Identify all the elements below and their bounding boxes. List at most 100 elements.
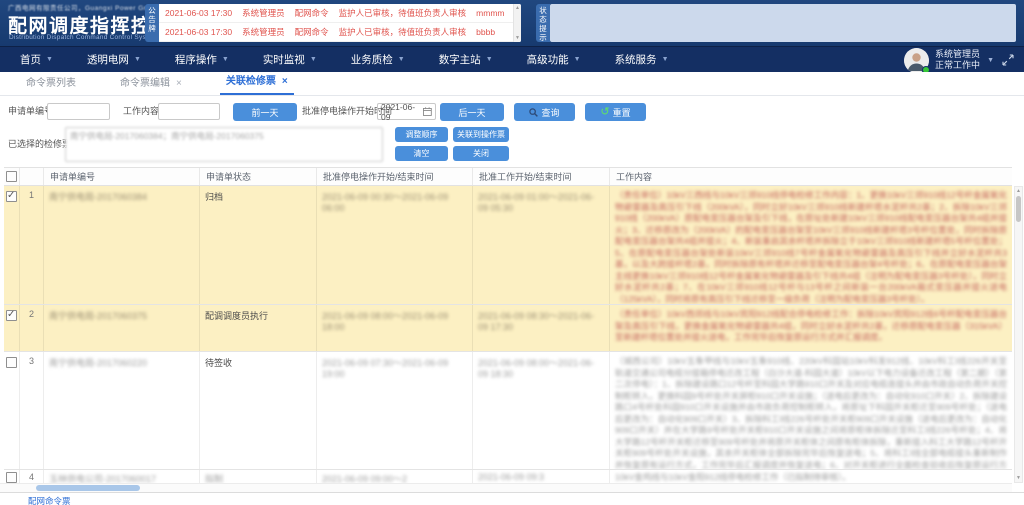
fullscreen-icon[interactable] <box>1002 54 1014 66</box>
work-time: 2021-06-09 09:3 <box>478 472 544 482</box>
bulletin-scrollbar[interactable]: ▲▼ <box>513 4 521 42</box>
table-header-row: 申请单编号 申请单状态 批准停电操作开始/结束时间 批准工作开始/结束时间 工作… <box>4 167 1012 186</box>
rownum-header <box>20 168 44 185</box>
chevron-down-icon: ▼ <box>310 56 317 63</box>
bulletin-note: mmmm <box>476 8 504 18</box>
bulletin-board-label: 公告牌 <box>145 4 159 42</box>
prev-day-button[interactable]: 前一天 <box>233 103 297 121</box>
col-header-work-content: 工作内容 <box>610 168 1012 185</box>
row-number: 2 <box>20 305 44 351</box>
apply-no-input[interactable] <box>47 103 110 120</box>
col-header-outage-time: 批准停电操作开始/结束时间 <box>317 168 473 185</box>
reset-button[interactable]: ↺ 重置 <box>585 103 646 121</box>
status-tips-label: 状态提示 <box>536 4 550 42</box>
chevron-down-icon: ▼ <box>222 56 229 63</box>
clear-button[interactable]: 清空 <box>395 146 448 161</box>
app-subtitle: Distribution Dispatch Command Control Sy… <box>9 34 158 41</box>
chevron-down-icon: ▼ <box>46 56 53 63</box>
col-header-ticket-no: 申请单编号 <box>44 168 200 185</box>
bulletin-item[interactable]: 2021-06-03 17:30系统管理员配网命令监护人已审核，待值班负责人审核… <box>159 23 521 42</box>
close-icon[interactable]: × <box>176 78 182 89</box>
scroll-down-icon[interactable]: ▼ <box>1016 475 1021 481</box>
nav-item-business-qc[interactable]: 业务质检▼ <box>351 52 405 67</box>
app-root: 广西电网有限责任公司，Guangxi Power Grid 配网调度指挥控制系统… <box>0 0 1024 505</box>
work-content-input[interactable] <box>158 103 220 120</box>
nav-item-digital-station[interactable]: 数字主站▼ <box>439 52 493 67</box>
row-checkbox[interactable] <box>6 310 17 321</box>
close-button[interactable]: 关闭 <box>453 146 509 161</box>
user-name: 系统管理员 <box>935 49 980 60</box>
nav-item-realtime-monitor[interactable]: 实时监视▼ <box>263 52 317 67</box>
table-row[interactable]: 1 南宁供电局-2017060384 归档 2021-06-09 00:30～2… <box>4 186 1012 305</box>
calendar-icon[interactable] <box>423 107 432 116</box>
ticket-number: 玉林供电公司-2017060017 <box>49 474 156 483</box>
chevron-down-icon: ▼ <box>662 56 669 63</box>
scroll-up-icon[interactable]: ▲ <box>1016 188 1021 194</box>
col-header-work-time: 批准工作开始/结束时间 <box>473 168 610 185</box>
nav-item-home[interactable]: 首页▼ <box>20 52 53 67</box>
bulletin-user: 系统管理员 <box>242 27 285 37</box>
tab-command-ticket-edit[interactable]: 命令票编辑× <box>114 69 188 95</box>
table-row[interactable]: 4 玉林供电公司-2017060017 拟制 2021-06-09 09:00～… <box>4 470 1012 483</box>
table-row[interactable]: 3 南宁供电局-2017060220 待签收 2021-06-09 07:30～… <box>4 352 1012 470</box>
ticket-status: 待签收 <box>200 352 317 469</box>
selected-tickets-textarea[interactable]: 南宁供电局-2017060384；南宁供电局-2017060375 <box>65 127 383 162</box>
nav-item-advanced[interactable]: 高级功能▼ <box>527 52 581 67</box>
work-content: 10kV金鸡线与10kV金阳912线停电检修工作（已拟制待审核）。 <box>615 472 1007 483</box>
nav-item-system-service[interactable]: 系统服务▼ <box>615 52 669 67</box>
work-content: （责任单位）10kV三西线与10kV三郊910线停电检修工作内容：1、更换10k… <box>615 190 1007 304</box>
chevron-down-icon[interactable]: ▼ <box>987 57 994 64</box>
filter-panel: 申请单编号 工作内容 前一天 批准停电操作开始时间 2021-06-09 后一天… <box>0 96 1024 166</box>
ticket-number: 南宁供电局-2017060220 <box>49 358 147 368</box>
select-all-checkbox[interactable] <box>6 171 17 182</box>
footer-link-command-ticket[interactable]: 配网命令票 <box>28 495 71 505</box>
ticket-number: 南宁供电局-2017060375 <box>49 311 147 321</box>
bulletin-status: 监护人已审核，待值班负责人审核 <box>339 27 467 37</box>
ticket-status: 归档 <box>200 186 317 304</box>
bulletin-board: 2021-06-03 17:30 系统管理员配网命令监护人已审核，待值班负责人审核… <box>159 4 521 42</box>
work-content: （城西公司）10kV五象甲线与10kV五象910线、220kV科园站10kV科发… <box>615 356 1007 469</box>
tab-command-ticket-list[interactable]: 命令票列表 <box>20 69 82 95</box>
bulletin-time: 2021-06-03 17:30 <box>165 27 232 37</box>
nav-item-program-operation[interactable]: 程序操作▼ <box>175 52 229 67</box>
bulletin-note: bbbb <box>476 27 495 37</box>
table-vertical-scrollbar[interactable]: ▲ ▼ <box>1014 186 1023 483</box>
link-to-operation-ticket-button[interactable]: 关联到操作票 <box>453 127 509 142</box>
bulletin-item[interactable]: 2021-06-03 17:30系统管理员配网命令监护人已审核，待值班负责人审核… <box>159 4 521 23</box>
close-icon[interactable]: × <box>282 76 288 87</box>
next-day-button[interactable]: 后一天 <box>440 103 504 121</box>
row-number: 4 <box>20 470 44 483</box>
row-checkbox[interactable] <box>6 472 17 483</box>
scrollbar-thumb[interactable] <box>36 485 140 491</box>
bulletin-time: 2021-06-03 17:30 <box>165 8 232 18</box>
ticket-status: 拟制 <box>205 474 223 483</box>
date-input[interactable]: 2021-06-09 <box>377 103 436 120</box>
row-checkbox[interactable] <box>6 357 17 368</box>
user-block[interactable]: 系统管理员 正常工作中 ▼ <box>904 47 1014 73</box>
avatar[interactable] <box>904 48 929 73</box>
adjust-order-button[interactable]: 调整顺序 <box>395 127 448 142</box>
row-checkbox[interactable] <box>6 191 17 202</box>
ticket-status: 配调调度员执行 <box>200 305 317 351</box>
status-tips-panel <box>550 4 1016 42</box>
work-time: 2021-06-09 08:30～2021-06-09 17:30 <box>478 311 594 332</box>
app-header: 广西电网有限责任公司，Guangxi Power Grid 配网调度指挥控制系统… <box>0 0 1024 46</box>
bulletin-type: 配网命令 <box>295 8 329 18</box>
scrollbar-thumb[interactable] <box>1016 196 1021 222</box>
scroll-up-icon[interactable]: ▲ <box>515 5 520 11</box>
query-button[interactable]: 查询 <box>514 103 575 121</box>
outage-time: 2021-06-09 08:00～2021-06-09 18:00 <box>322 311 448 332</box>
bulletin-status: 监护人已审核，待值班负责人审核 <box>339 8 467 18</box>
table-horizontal-scrollbar[interactable] <box>0 483 1012 492</box>
nav-item-transparent-grid[interactable]: 透明电网▼ <box>87 52 141 67</box>
work-time: 2021-06-09 08:00～2021-06-09 18:30 <box>478 358 594 379</box>
scroll-down-icon[interactable]: ▼ <box>515 35 520 41</box>
search-icon <box>529 108 538 117</box>
tab-related-maintenance-ticket[interactable]: 关联检修票× <box>220 67 294 95</box>
user-info: 系统管理员 正常工作中 <box>935 49 980 71</box>
outage-time: 2021-06-09 07:30～2021-06-09 19:00 <box>322 358 448 379</box>
table-row[interactable]: 2 南宁供电局-2017060375 配调调度员执行 2021-06-09 08… <box>4 305 1012 352</box>
chevron-down-icon: ▼ <box>574 56 581 63</box>
reset-icon: ↺ <box>600 107 609 117</box>
workspace-tabbar: 命令票列表 命令票编辑× 关联检修票× <box>0 72 1024 96</box>
